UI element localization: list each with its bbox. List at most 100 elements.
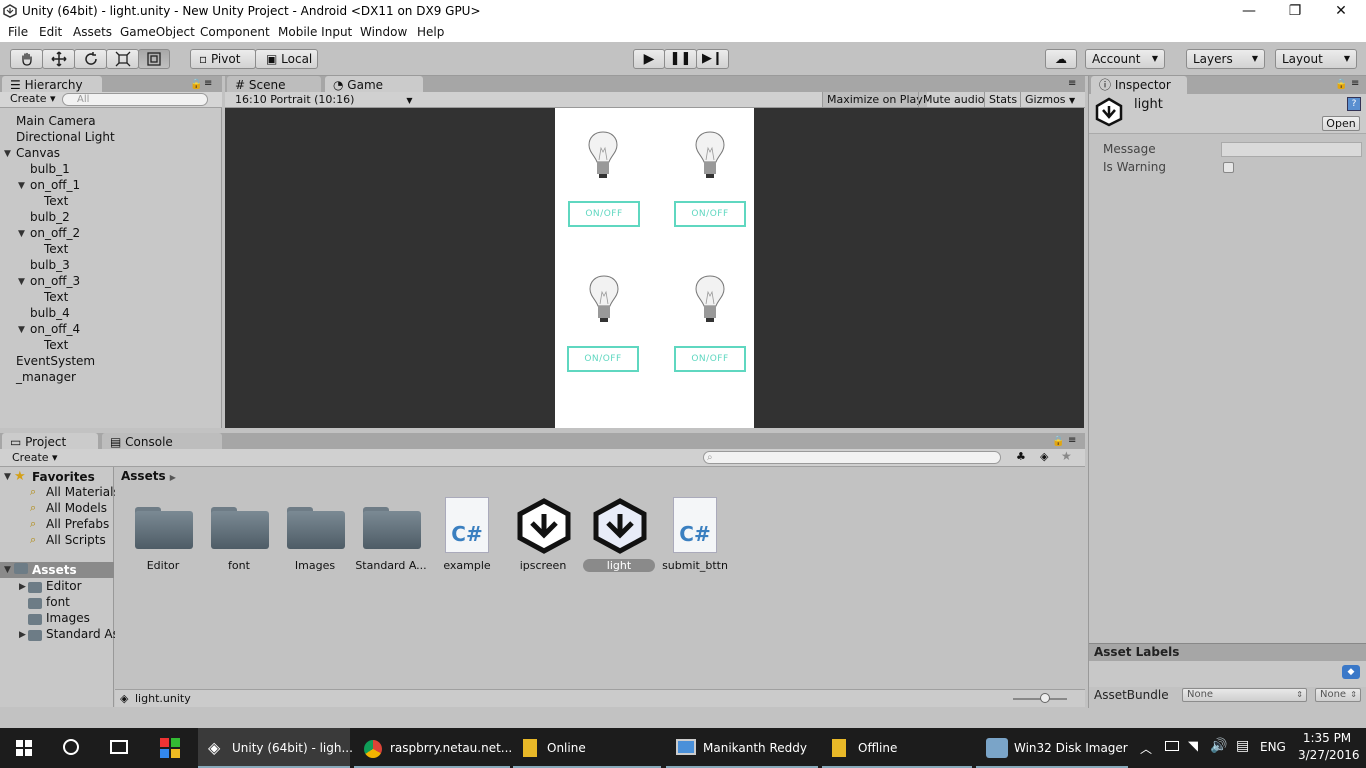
tray-chevron-icon[interactable]: ︿ — [1140, 740, 1152, 757]
favorites-item[interactable]: All Scripts — [46, 533, 106, 547]
colorful-app-icon[interactable] — [160, 738, 180, 758]
project-search-input[interactable]: ⌕ — [703, 451, 1001, 464]
menu-window[interactable]: Window — [360, 25, 407, 39]
hierarchy-item[interactable]: bulb_4 — [30, 306, 70, 320]
menu-mobile-input[interactable]: Mobile Input — [278, 25, 352, 39]
menu-help[interactable]: Help — [417, 25, 444, 39]
hierarchy-item[interactable]: Text — [44, 242, 68, 256]
game-viewport[interactable]: ON/OFF ON/OFF ON/OFF ON/OFF — [225, 108, 1084, 428]
on-off-button-1[interactable]: ON/OFF — [568, 201, 640, 227]
assets-folder-item[interactable]: Standard As — [46, 627, 119, 641]
asset-item[interactable]: C# example — [431, 497, 503, 577]
hierarchy-item[interactable]: bulb_1 — [30, 162, 70, 176]
local-toggle[interactable]: ▣ Local — [255, 49, 318, 69]
lock-icon[interactable]: 🔒 — [1052, 436, 1064, 447]
assets-folder-item[interactable]: font — [46, 595, 70, 609]
taskbar-offline[interactable]: Offline — [822, 728, 972, 768]
asset-bundle-dropdown[interactable]: None ⇕ — [1182, 688, 1307, 702]
taskbar-manikanth[interactable]: Manikanth Reddy — [666, 728, 818, 768]
hierarchy-item[interactable]: Text — [44, 194, 68, 208]
hierarchy-item[interactable]: on_off_3 — [30, 274, 80, 288]
assets-folder-item[interactable]: Images — [46, 611, 90, 625]
menu-file[interactable]: File — [8, 25, 28, 39]
assets-folder-item[interactable]: Editor — [46, 579, 82, 593]
clock-date[interactable]: 3/27/2016 — [1298, 748, 1360, 762]
expand-arrow-icon[interactable]: ▼ — [18, 181, 25, 191]
assets-root-row[interactable]: ▼ Assets — [0, 562, 114, 578]
menu-assets[interactable]: Assets — [73, 25, 112, 39]
maximize-button[interactable]: ❐ — [1272, 0, 1318, 24]
project-create-button[interactable]: Create ▾ — [12, 451, 58, 465]
hierarchy-item[interactable]: _manager — [16, 370, 76, 384]
clock-time[interactable]: 1:35 PM — [1302, 731, 1352, 745]
move-tool-button[interactable] — [42, 49, 75, 69]
asset-item[interactable]: C# submit_bttn — [659, 497, 731, 577]
step-button[interactable]: ▶❙ — [696, 49, 729, 69]
asset-item[interactable]: font — [203, 497, 275, 577]
play-button[interactable]: ▶ — [633, 49, 665, 69]
expand-arrow-icon[interactable]: ▼ — [18, 277, 25, 287]
asset-variant-dropdown[interactable]: None ⇕ — [1315, 688, 1361, 702]
hierarchy-item[interactable]: on_off_4 — [30, 322, 80, 336]
breadcrumb[interactable]: Assets ▶ — [121, 469, 176, 483]
battery-icon[interactable] — [1165, 741, 1179, 751]
pause-button[interactable]: ❚❚ — [664, 49, 697, 69]
maximize-on-play-toggle[interactable]: Maximize on Play — [822, 92, 927, 107]
menu-gameobject[interactable]: GameObject — [120, 25, 195, 39]
asset-item[interactable]: light — [583, 497, 655, 577]
asset-item[interactable]: Editor — [127, 497, 199, 577]
tab-inspector[interactable]: ⓘ Inspector — [1091, 76, 1187, 94]
message-field[interactable] — [1221, 142, 1362, 157]
minimize-button[interactable]: — — [1226, 0, 1272, 24]
expand-arrow-icon[interactable]: ▶ — [19, 582, 26, 592]
expand-arrow-icon[interactable]: ▼ — [18, 229, 25, 239]
asset-item[interactable]: ipscreen — [507, 497, 579, 577]
rect-tool-button[interactable] — [138, 49, 170, 69]
search-cortana-icon[interactable] — [63, 739, 79, 755]
wifi-icon[interactable]: ◥ — [1188, 739, 1198, 754]
asset-item[interactable]: Images — [279, 497, 351, 577]
lock-icon[interactable]: 🔒 — [1335, 79, 1347, 90]
close-button[interactable]: ✕ — [1318, 0, 1364, 24]
hierarchy-search-input[interactable]: All — [62, 93, 208, 106]
volume-icon[interactable]: 🔊 — [1210, 738, 1227, 754]
favorite-star-icon[interactable]: ★ — [1061, 449, 1072, 463]
filter-type-icon[interactable]: ♣ — [1016, 450, 1026, 463]
hierarchy-item[interactable]: Directional Light — [16, 130, 115, 144]
layers-dropdown[interactable]: Layers ▼ — [1186, 49, 1265, 69]
scale-tool-button[interactable] — [106, 49, 139, 69]
favorites-item[interactable]: All Models — [46, 501, 107, 515]
hierarchy-item[interactable]: on_off_2 — [30, 226, 80, 240]
on-off-button-4[interactable]: ON/OFF — [674, 346, 746, 372]
tag-icon[interactable]: ◆ — [1342, 665, 1360, 679]
hierarchy-item[interactable]: Canvas — [16, 146, 60, 160]
panel-menu-icon[interactable]: ≡ — [1068, 435, 1076, 446]
layout-dropdown[interactable]: Layout ▼ — [1275, 49, 1357, 69]
menu-component[interactable]: Component — [200, 25, 270, 39]
expand-arrow-icon[interactable]: ▶ — [19, 630, 26, 640]
panel-menu-icon[interactable]: ≡ — [1068, 78, 1076, 89]
mute-audio-toggle[interactable]: Mute audio — [918, 92, 989, 107]
language-indicator[interactable]: ENG — [1260, 740, 1286, 754]
zoom-slider-thumb[interactable] — [1040, 693, 1050, 703]
is-warning-checkbox[interactable] — [1223, 162, 1234, 173]
expand-arrow-icon[interactable]: ▼ — [4, 149, 11, 159]
hierarchy-item[interactable]: Text — [44, 338, 68, 352]
hierarchy-create-button[interactable]: Create ▾ — [10, 92, 56, 106]
account-dropdown[interactable]: Account ▼ — [1085, 49, 1165, 69]
taskbar-unity[interactable]: ◈ Unity (64bit) - ligh... — [198, 728, 353, 768]
expand-arrow-icon[interactable]: ▼ — [18, 325, 25, 335]
hierarchy-item[interactable]: Text — [44, 290, 68, 304]
cloud-button[interactable]: ☁ — [1045, 49, 1077, 69]
hierarchy-item[interactable]: Main Camera — [16, 114, 96, 128]
favorites-item[interactable]: All Prefabs — [46, 517, 109, 531]
pivot-toggle[interactable]: ▫ Pivot — [190, 49, 256, 69]
panel-menu-icon[interactable]: ≡ — [204, 78, 212, 89]
filter-label-icon[interactable]: ◈ — [1040, 450, 1048, 463]
open-button[interactable]: Open — [1322, 116, 1360, 131]
gizmos-dropdown[interactable]: Gizmos ▼ — [1020, 92, 1079, 107]
menu-edit[interactable]: Edit — [39, 25, 62, 39]
stats-toggle[interactable]: Stats — [984, 92, 1021, 107]
panel-menu-icon[interactable]: ≡ — [1351, 78, 1359, 89]
aspect-dropdown[interactable]: 16:10 Portrait (10:16) ▼ — [235, 93, 413, 106]
